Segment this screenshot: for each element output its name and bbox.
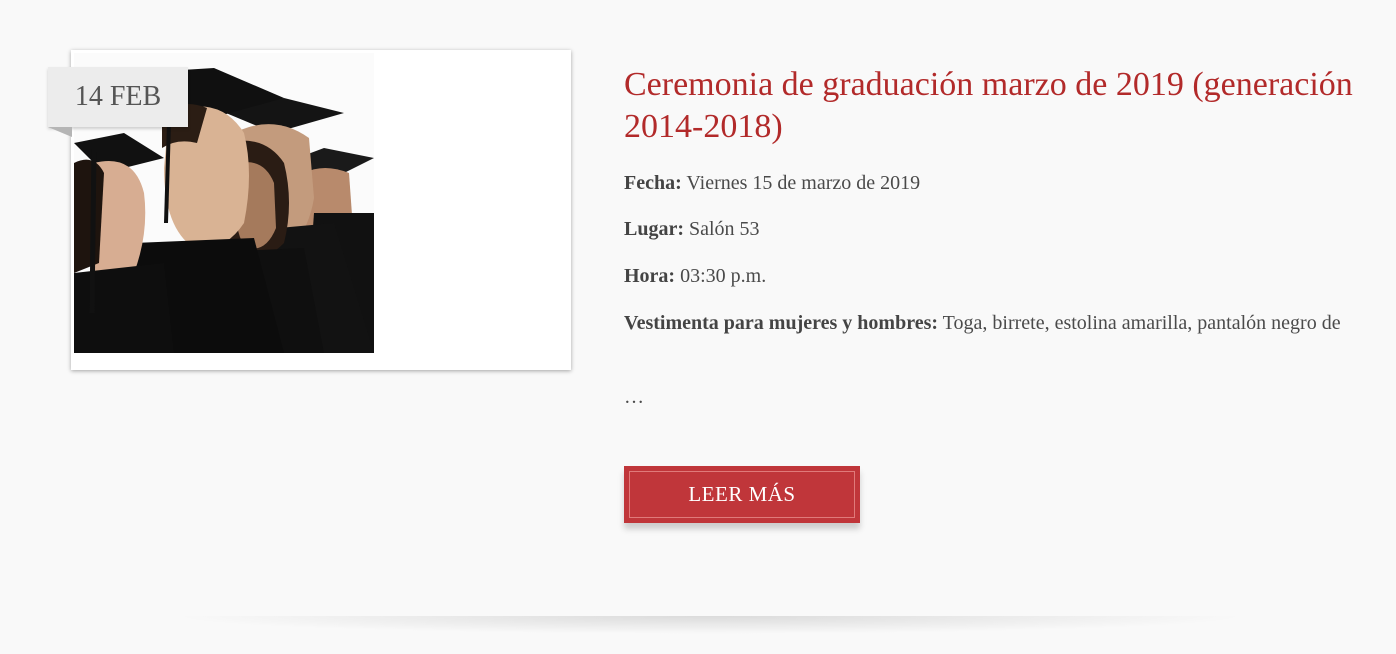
lugar-label: Lugar: — [624, 218, 684, 240]
description-ellipsis: … — [624, 386, 644, 408]
lugar-value: Salón 53 — [684, 218, 760, 240]
fecha-label: Fecha: — [624, 172, 682, 194]
fecha-value: Viernes 15 de marzo de 2019 — [681, 172, 921, 194]
hora-value: 03:30 p.m. — [675, 265, 767, 287]
event-content: Ceremonia de graduación marzo de 2019 (g… — [624, 64, 1356, 408]
read-more-label: LEER MÁS — [629, 471, 855, 518]
event-fecha: Fecha: Viernes 15 de marzo de 2019 — [624, 168, 920, 198]
event-hora: Hora: 03:30 p.m. — [624, 261, 766, 291]
event-lugar: Lugar: Salón 53 — [624, 214, 760, 244]
event-date-badge: 14 FEB — [48, 67, 188, 137]
vestimenta-value: Toga, birrete, estolina amarilla, pantal… — [938, 312, 1341, 334]
read-more-button[interactable]: LEER MÁS — [624, 466, 860, 523]
hora-label: Hora: — [624, 265, 676, 287]
event-title[interactable]: Ceremonia de graduación marzo de 2019 (g… — [624, 64, 1356, 148]
event-vestimenta: Vestimenta para mujeres y hombres: Toga,… — [624, 308, 1356, 338]
section-divider-shadow — [170, 616, 1250, 634]
vestimenta-label: Vestimenta para mujeres y hombres: — [624, 312, 939, 334]
